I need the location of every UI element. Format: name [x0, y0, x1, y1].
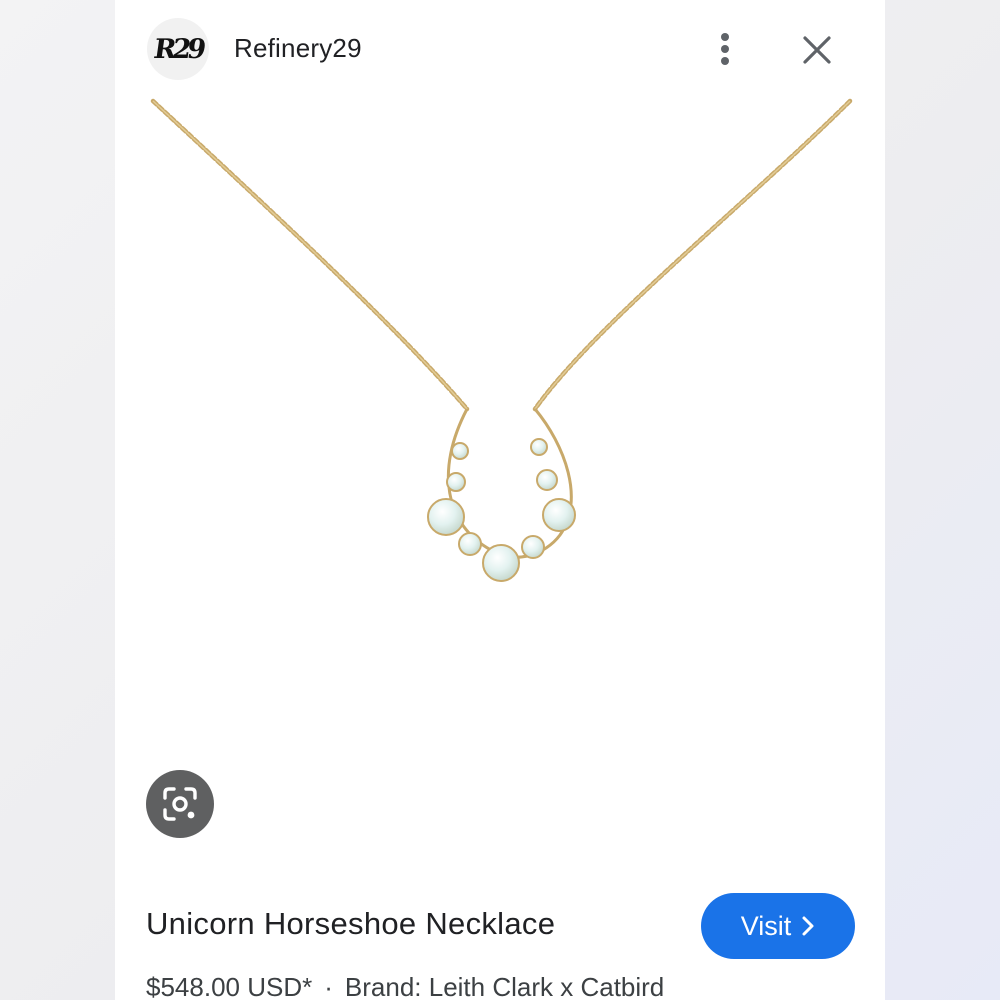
source-name[interactable]: Refinery29	[234, 33, 362, 64]
meta-separator: ·	[324, 972, 333, 1000]
product-brand: Brand: Leith Clark x Catbird	[344, 972, 665, 1000]
chevron-right-icon	[802, 916, 814, 936]
lens-camera-icon	[163, 787, 197, 821]
panel-header: R29 Refinery29	[115, 0, 885, 100]
product-price: $548.00 USD*	[146, 972, 313, 1000]
more-vert-icon[interactable]	[711, 30, 739, 68]
product-detail-panel: R29 Refinery29 Unicorn Horseshoe Necklac…	[115, 0, 885, 1000]
close-icon[interactable]	[797, 30, 837, 70]
source-logo-text: R29	[151, 33, 205, 65]
product-meta: $548.00 USD* · Brand: Leith Clark x Catbir…	[146, 972, 664, 1000]
lens-search-button[interactable]	[146, 770, 214, 838]
product-title: Unicorn Horseshoe Necklace	[146, 906, 556, 941]
source-logo[interactable]: R29	[147, 18, 209, 80]
necklace-image[interactable]	[115, 95, 885, 655]
visit-label: Visit	[740, 910, 792, 941]
visit-button[interactable]: Visit	[701, 893, 855, 959]
